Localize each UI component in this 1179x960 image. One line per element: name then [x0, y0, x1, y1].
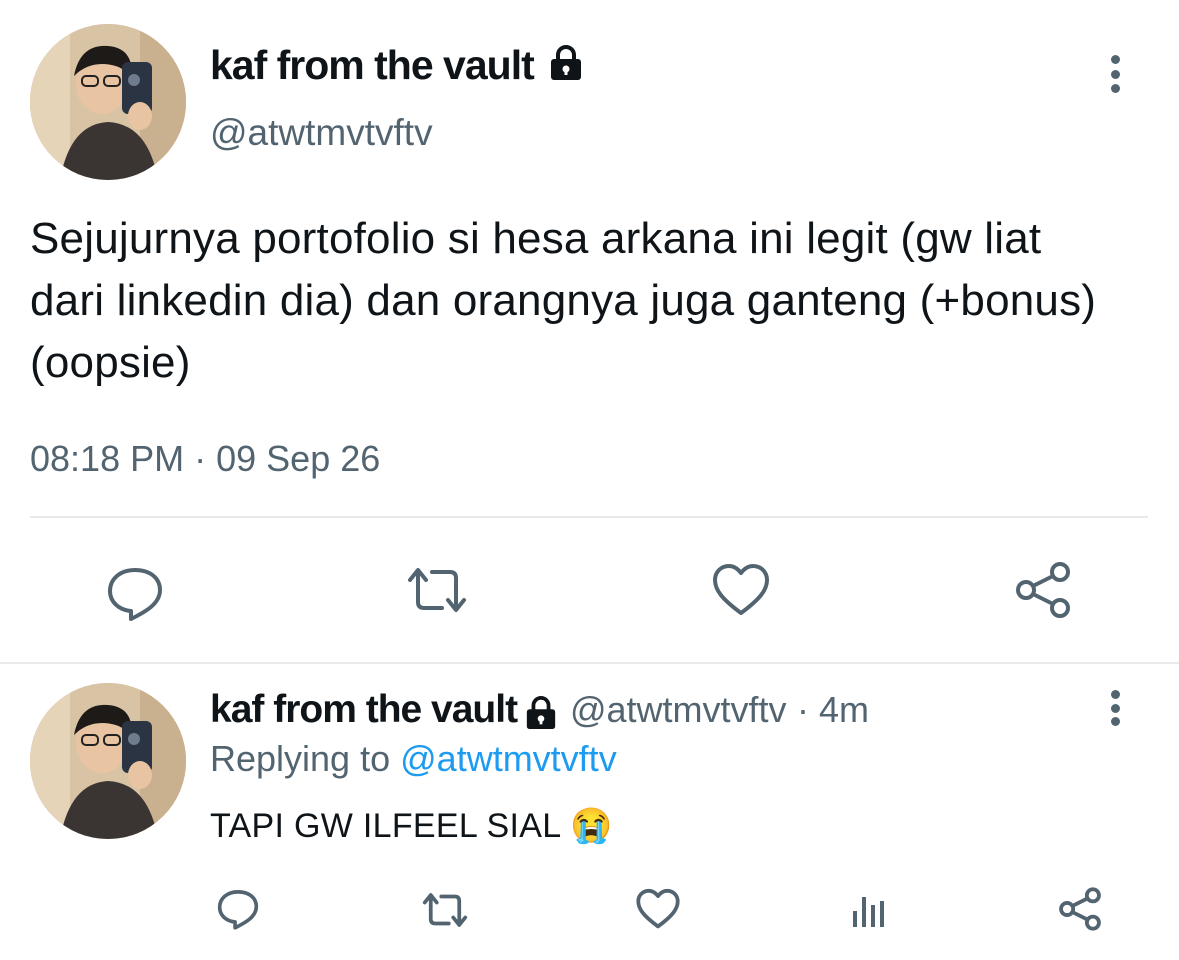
reply-retweet-button[interactable] — [420, 889, 470, 931]
tweet-text: Sejujurnya portofolio si hesa arkana ini… — [30, 214, 1097, 387]
divider — [30, 516, 1148, 518]
author-avatar[interactable] — [30, 24, 186, 180]
author-name-text: kaf from the vault — [210, 42, 535, 88]
retweet-icon — [422, 893, 468, 927]
lock-icon — [526, 695, 555, 729]
reply-reply-button[interactable] — [216, 886, 260, 930]
reply-author-avatar[interactable] — [30, 683, 186, 839]
tweet-date: 09 Sep 26 — [216, 438, 381, 479]
reply-icon — [217, 890, 259, 930]
reply-icon — [108, 568, 162, 621]
retweet-icon — [408, 568, 466, 612]
more-options-icon[interactable] — [1109, 55, 1121, 93]
retweet-button[interactable] — [404, 562, 470, 618]
author-handle[interactable]: @atwtmvtvftv — [210, 112, 433, 154]
reply-text-content: TAPI GW ILFEEL SIAL — [210, 807, 561, 845]
lock-icon — [551, 45, 582, 81]
reply-share-button[interactable] — [1058, 886, 1102, 932]
share-button[interactable] — [1014, 560, 1072, 620]
reply-button[interactable] — [105, 562, 165, 622]
tweet-time: 08:18 PM — [30, 438, 185, 479]
like-icon — [713, 564, 769, 615]
avatar-photo — [30, 683, 186, 839]
reply-text: TAPI GW ILFEEL SIAL 😭 — [210, 806, 613, 846]
avatar-photo — [30, 24, 186, 180]
reply-author-handle[interactable]: @atwtmvtvftv — [570, 689, 787, 730]
reply-more-options-icon[interactable] — [1109, 690, 1121, 726]
reply-author-name[interactable]: kaf from the vault — [210, 688, 518, 731]
reply-like-button[interactable] — [636, 888, 680, 930]
like-button[interactable] — [712, 563, 770, 617]
divider — [0, 662, 1179, 664]
reply-analytics-button[interactable] — [850, 893, 888, 929]
loudly-crying-emoji: 😭 — [569, 807, 613, 845]
reply-header: kaf from the vault @atwtmvtvftv · 4m — [210, 688, 869, 732]
replying-to-link[interactable]: @atwtmvtvftv — [400, 738, 617, 779]
reply-age: · 4m — [797, 689, 869, 730]
replying-prefix: Replying to — [210, 738, 391, 779]
tweet-timestamp[interactable]: 08:18 PM · 09 Sep 26 — [30, 438, 380, 480]
share-icon — [1016, 562, 1070, 618]
author-name[interactable]: kaf from the vault — [210, 42, 584, 89]
like-icon — [636, 888, 680, 929]
replying-to: Replying to @atwtmvtvftv — [210, 738, 617, 780]
share-icon — [1059, 887, 1101, 931]
timestamp-separator: · — [194, 438, 207, 479]
analytics-icon — [853, 897, 884, 927]
